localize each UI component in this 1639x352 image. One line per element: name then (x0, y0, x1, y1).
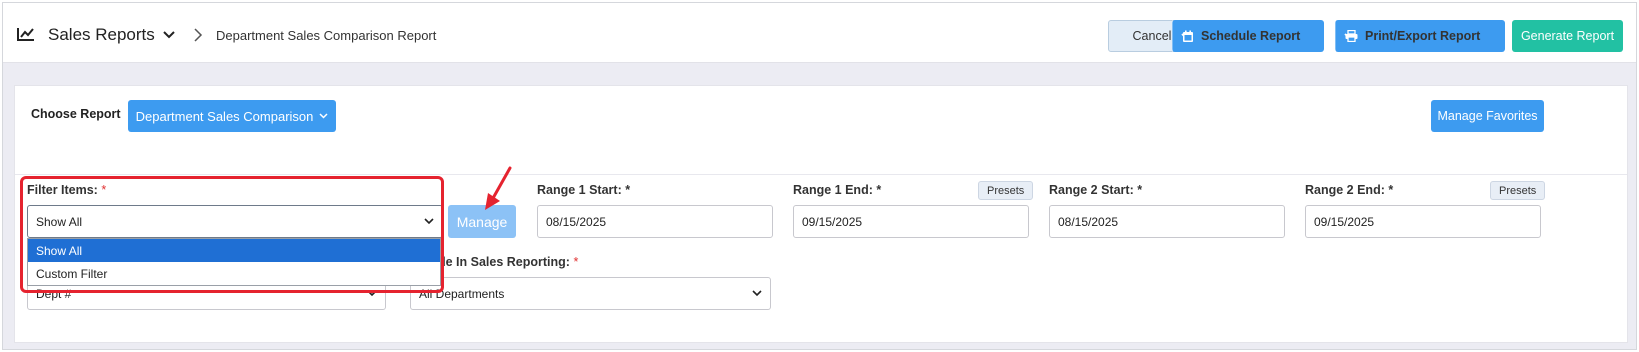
include-in-sales-label: de In Sales Reporting: * (438, 255, 578, 269)
chevron-right-icon (194, 28, 203, 42)
schedule-report-label: Schedule Report (1201, 29, 1301, 43)
include-in-sales-label-text: de In Sales Reporting: (438, 255, 570, 269)
schedule-report-button[interactable]: Schedule Report (1172, 20, 1324, 52)
breadcrumb: Department Sales Comparison Report (216, 28, 437, 43)
range1-end-input[interactable]: 09/15/2025 (793, 205, 1029, 238)
calendar-icon (1183, 30, 1193, 42)
range2-presets-button[interactable]: Presets (1490, 181, 1546, 200)
required-mark: * (1388, 183, 1394, 197)
required-mark: * (573, 255, 579, 269)
range2-end-label-text: Range 2 End: (1305, 183, 1385, 197)
chevron-down-icon (319, 113, 328, 119)
range1-end-label-text: Range 1 End: (793, 183, 873, 197)
range1-end-label: Range 1 End: * (793, 183, 881, 197)
range1-start-input[interactable]: 08/15/2025 (537, 205, 773, 238)
manage-favorites-button[interactable]: Manage Favorites (1431, 100, 1544, 132)
generate-report-button[interactable]: Generate Report (1512, 20, 1623, 52)
chevron-down-icon (752, 290, 762, 297)
divider (15, 174, 1627, 175)
annotation-highlight-box (20, 176, 444, 293)
range2-start-input[interactable]: 08/15/2025 (1049, 205, 1285, 238)
required-mark: * (1137, 183, 1143, 197)
printer-icon (1345, 30, 1358, 42)
line-chart-icon (17, 28, 34, 41)
include-departments-select[interactable]: All Departments (410, 277, 771, 310)
annotation-arrow-icon (485, 166, 512, 210)
page-header: Sales Reports Department Sales Compariso… (3, 3, 1636, 63)
range2-end-input[interactable]: 09/15/2025 (1305, 205, 1541, 238)
choose-report-label: Choose Report (31, 107, 121, 121)
chevron-down-icon[interactable] (163, 30, 175, 40)
range1-presets-button[interactable]: Presets (978, 181, 1034, 200)
required-mark: * (625, 183, 631, 197)
choose-report-dropdown[interactable]: Department Sales Comparison (128, 100, 336, 132)
print-export-label-wrap: Print/Export Report (1335, 29, 1480, 43)
range1-start-label-text: Range 1 Start: (537, 183, 622, 197)
page-title[interactable]: Sales Reports (48, 25, 155, 45)
range1-start-label: Range 1 Start: * (537, 183, 630, 197)
range2-start-label: Range 2 Start: * (1049, 183, 1142, 197)
print-export-button[interactable]: Print/Export Report (1335, 20, 1505, 52)
print-export-label: Print/Export Report (1365, 29, 1481, 43)
required-mark: * (876, 183, 882, 197)
range2-start-label-text: Range 2 Start: (1049, 183, 1134, 197)
schedule-report-label-wrap: Schedule Report (1172, 29, 1300, 43)
choose-report-value: Department Sales Comparison (135, 108, 314, 124)
range2-end-label: Range 2 End: * (1305, 183, 1393, 197)
